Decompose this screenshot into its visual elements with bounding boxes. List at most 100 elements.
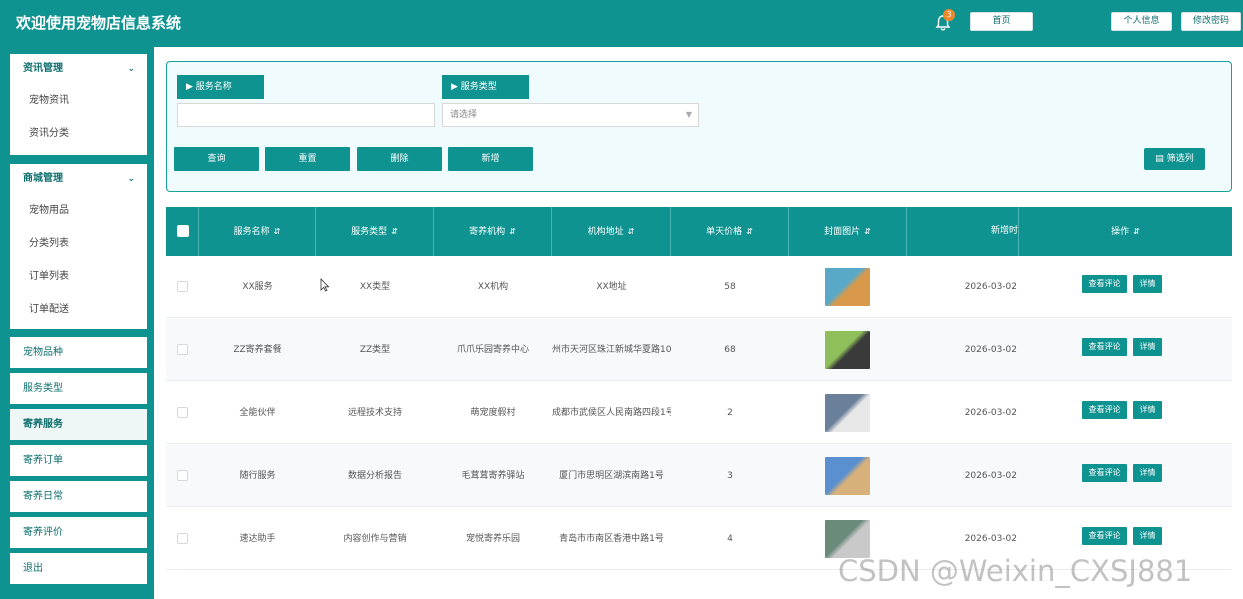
chevron-down-icon: ⌄: [127, 64, 135, 74]
sidebar-item-boarding-daily[interactable]: 寄养日常: [10, 481, 147, 512]
cell-service-name: 随行服务: [239, 471, 276, 481]
cover-image[interactable]: [825, 331, 870, 369]
cell-address: 成都市武侯区人民南路四段1号: [552, 408, 671, 418]
column-header-org[interactable]: 寄养机构 ⇵: [434, 207, 552, 256]
detail-button[interactable]: 详情: [1133, 527, 1162, 545]
sort-icon: ⇵: [391, 227, 398, 236]
cell-service-name: XX服务: [242, 282, 273, 292]
cell-price: 58: [724, 282, 736, 292]
delete-button[interactable]: 删除: [357, 147, 442, 171]
select-all-checkbox[interactable]: [177, 225, 189, 237]
view-comments-button[interactable]: 查看评论: [1082, 338, 1127, 356]
sidebar-item-order-list[interactable]: 订单列表: [10, 260, 147, 293]
sort-icon: ⇵: [746, 227, 753, 236]
row-checkbox[interactable]: [177, 407, 188, 418]
detail-button[interactable]: 详情: [1133, 401, 1162, 419]
cell-price: 68: [724, 345, 736, 355]
sort-icon: ⇵: [509, 227, 516, 236]
cell-created-date: 2026-03-02: [964, 471, 1017, 481]
cell-service-name: 速达助手: [239, 534, 276, 544]
service-type-select[interactable]: 请选择 ▼: [442, 103, 699, 127]
detail-button[interactable]: 详情: [1133, 275, 1162, 293]
cover-image[interactable]: [825, 457, 870, 495]
sidebar-item-boarding-service[interactable]: 寄养服务: [10, 409, 147, 440]
cell-service-type: XX类型: [359, 282, 391, 292]
column-header-address[interactable]: 机构地址 ⇵: [552, 207, 671, 256]
sidebar-item-pet-breed[interactable]: 宠物品种: [10, 337, 147, 368]
row-checkbox[interactable]: [177, 281, 188, 292]
row-checkbox[interactable]: [177, 344, 188, 355]
sidebar-item-category-list[interactable]: 分类列表: [10, 227, 147, 260]
profile-button[interactable]: 个人信息: [1111, 12, 1172, 31]
data-table: 服务名称 ⇵ 服务类型 ⇵ 寄养机构 ⇵ 机构地址 ⇵ 单天价格 ⇵ 封面图片 ⇵ 新增时 …: [166, 207, 1232, 599]
main-content: ▶ 服务名称 ▶ 服务类型 请选择 ▼ 查询 重置 删除 新增 ▤ 筛选列 服务…: [154, 47, 1243, 599]
menu-group-shop-header[interactable]: 商城管理 ⌄: [10, 164, 147, 194]
cell-created-date: 2026-03-02: [964, 408, 1017, 418]
column-header-service-type[interactable]: 服务类型 ⇵: [316, 207, 434, 256]
sort-icon: ⇵: [627, 227, 635, 236]
cover-image[interactable]: [825, 394, 870, 432]
service-type-placeholder: 请选择: [450, 110, 478, 120]
cell-address: 青岛市市南区香港中路1号: [559, 534, 664, 544]
sort-icon: ⇵: [1133, 227, 1140, 236]
watermark: CSDN @Weixin_CXSJ881: [838, 554, 1193, 588]
view-comments-button[interactable]: 查看评论: [1082, 527, 1127, 545]
sidebar-item-pet-news[interactable]: 宠物资讯: [10, 84, 147, 117]
reset-button[interactable]: 重置: [265, 147, 350, 171]
cell-service-type: 数据分析报告: [347, 471, 402, 481]
notification-badge: 3: [943, 9, 955, 21]
query-button[interactable]: 查询: [174, 147, 259, 171]
sidebar-item-service-type[interactable]: 服务类型: [10, 373, 147, 404]
column-header-cover[interactable]: 封面图片 ⇵: [789, 207, 907, 256]
cover-image[interactable]: [825, 268, 870, 306]
cell-service-name: 全能伙伴: [239, 408, 276, 418]
search-panel: ▶ 服务名称 ▶ 服务类型 请选择 ▼ 查询 重置 删除 新增 ▤ 筛选列: [166, 61, 1232, 192]
view-comments-button[interactable]: 查看评论: [1082, 275, 1127, 293]
cell-address: 州市天河区珠江新城华夏路10: [552, 345, 671, 355]
detail-button[interactable]: 详情: [1133, 464, 1162, 482]
sidebar-item-news-category[interactable]: 资讯分类: [10, 117, 147, 150]
cell-org: XX机构: [477, 282, 509, 292]
menu-group-shop: 商城管理 ⌄ 宠物用品 分类列表 订单列表 订单配送: [10, 164, 147, 329]
service-name-label: ▶ 服务名称: [177, 75, 264, 99]
cell-org: 毛茸茸寄养驿站: [461, 471, 525, 481]
add-button[interactable]: 新增: [448, 147, 533, 171]
chevron-down-icon: ▼: [685, 110, 692, 119]
sidebar-item-order-delivery[interactable]: 订单配送: [10, 293, 147, 326]
cell-address: XX地址: [596, 282, 627, 292]
home-button[interactable]: 首页: [970, 12, 1033, 31]
sidebar: 资讯管理 ⌄ 宠物资讯 资讯分类 商城管理 ⌄ 宠物用品 分类列表 订单列表 订…: [0, 47, 154, 599]
column-header-created[interactable]: 新增时: [907, 207, 1019, 256]
app-title: 欢迎使用宠物店信息系统: [16, 14, 182, 32]
column-header-actions: 操作 ⇵: [1111, 227, 1140, 237]
filter-columns-button[interactable]: ▤ 筛选列: [1144, 148, 1205, 170]
row-checkbox[interactable]: [177, 470, 188, 481]
detail-button[interactable]: 详情: [1133, 338, 1162, 356]
cell-created-date: 2026-03-02: [964, 282, 1017, 292]
header-checkbox-cell: [166, 207, 199, 256]
view-comments-button[interactable]: 查看评论: [1082, 464, 1127, 482]
cell-address: 厦门市思明区湖滨南路1号: [559, 471, 664, 481]
cover-image[interactable]: [825, 520, 870, 558]
menu-group-shop-label: 商城管理: [23, 173, 63, 184]
cell-org: 爪爪乐园寄养中心: [456, 345, 529, 355]
sidebar-item-pet-supplies[interactable]: 宠物用品: [10, 194, 147, 227]
service-type-label: ▶ 服务类型: [442, 75, 529, 99]
row-checkbox[interactable]: [177, 533, 188, 544]
filter-columns-label: 筛选列: [1166, 154, 1194, 164]
chevron-down-icon: ⌄: [127, 174, 135, 184]
top-header: 欢迎使用宠物店信息系统 3 首页 个人信息 修改密码: [0, 0, 1243, 47]
column-header-price[interactable]: 单天价格 ⇵: [671, 207, 789, 256]
column-header-service-name[interactable]: 服务名称 ⇵: [199, 207, 316, 256]
sidebar-item-boarding-order[interactable]: 寄养订单: [10, 445, 147, 476]
view-comments-button[interactable]: 查看评论: [1082, 401, 1127, 419]
sidebar-item-logout[interactable]: 退出: [10, 553, 147, 584]
menu-group-info-label: 资讯管理: [23, 63, 63, 74]
sidebar-item-boarding-review[interactable]: 寄养评价: [10, 517, 147, 548]
cell-service-type: 远程技术支持: [347, 408, 402, 418]
menu-group-info-header[interactable]: 资讯管理 ⌄: [10, 54, 147, 84]
menu-group-info: 资讯管理 ⌄ 宠物资讯 资讯分类: [10, 54, 147, 155]
change-password-button[interactable]: 修改密码: [1181, 12, 1241, 31]
service-name-input[interactable]: [177, 103, 435, 127]
cell-price: 3: [727, 471, 733, 481]
